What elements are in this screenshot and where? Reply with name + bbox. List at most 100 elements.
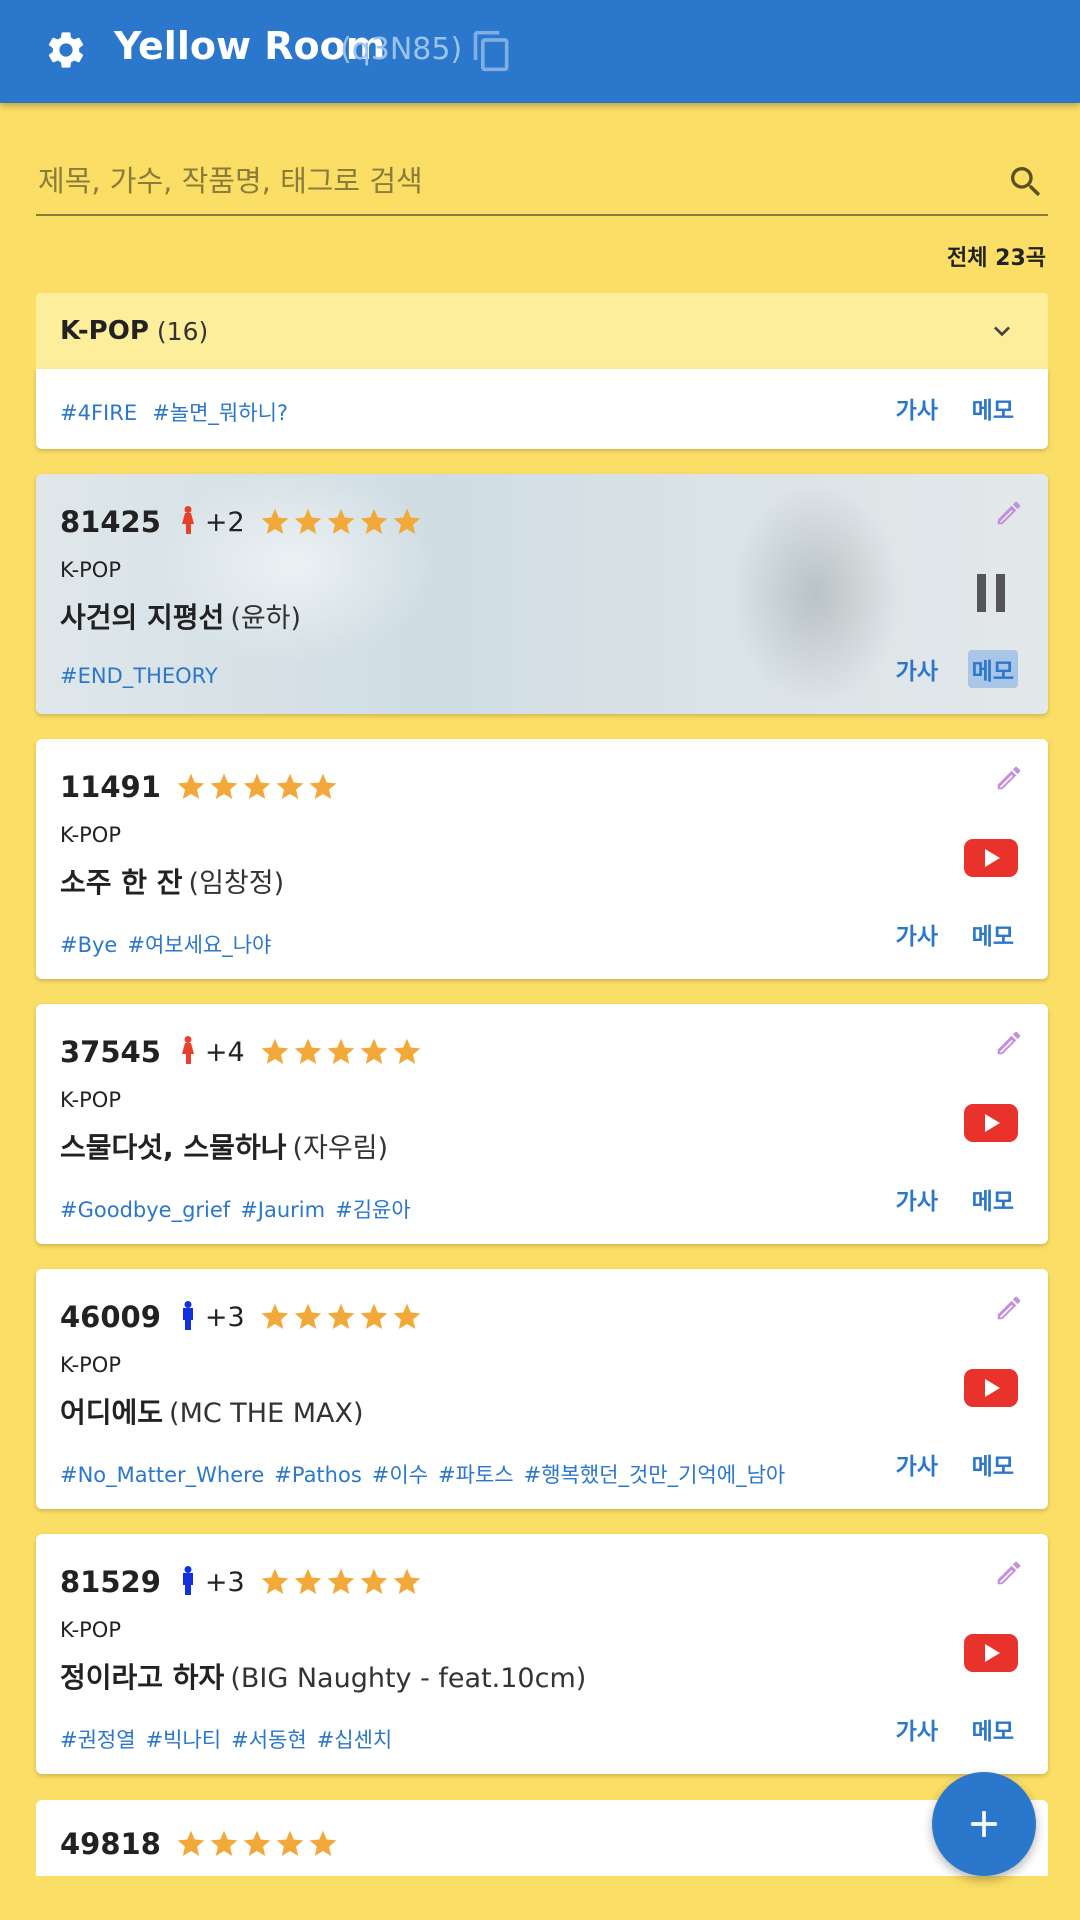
male-singer-icon xyxy=(182,1301,193,1330)
pencil-icon[interactable] xyxy=(994,763,1024,793)
star-icon xyxy=(327,508,355,534)
song-artist: (BIG Naughty - feat.10cm) xyxy=(230,1663,587,1694)
youtube-icon[interactable] xyxy=(964,1102,1018,1144)
tag[interactable]: #파토스 xyxy=(438,1463,514,1487)
star-icon xyxy=(243,1830,271,1856)
rating-stars xyxy=(259,1036,424,1068)
song-number: 37545 xyxy=(60,1035,161,1069)
tag[interactable]: #Bye xyxy=(60,933,117,957)
star-icon xyxy=(393,1303,421,1329)
pencil-icon[interactable] xyxy=(994,498,1024,528)
tag[interactable]: #권정열 xyxy=(60,1728,136,1752)
tag[interactable]: #No_Matter_Where xyxy=(60,1463,264,1487)
search-input[interactable] xyxy=(36,156,980,206)
song-card[interactable]: 11491 K-POP 소주 한 잔 (임창정) #Bye #여보세요_나야 가사 메모 xyxy=(36,739,1048,979)
key-offset: +2 xyxy=(204,506,245,538)
song-artist: (윤하) xyxy=(230,603,302,634)
lyrics-button[interactable]: 가사 xyxy=(896,391,938,425)
song-genre: K-POP xyxy=(60,1353,122,1377)
song-card[interactable]: 37545 +4 K-POP 스물다섯, 스물하나 (자우림) #Goodbye_grie… xyxy=(36,1004,1048,1244)
rating-stars xyxy=(259,1301,424,1333)
lyrics-button[interactable]: 가사 xyxy=(892,1710,942,1748)
tag[interactable]: #놀면_뭐하니? xyxy=(152,401,288,425)
song-artist: (자우림) xyxy=(292,1133,389,1164)
song-number: 49818 xyxy=(60,1827,161,1861)
plus-icon xyxy=(971,1811,997,1837)
tag[interactable]: #Goodbye_grief xyxy=(60,1198,230,1222)
app-bar: Yellow Room (q3N85) xyxy=(0,0,1080,103)
tag-list: #No_Matter_Where #Pathos #이수 #파토스 #행복했던_것만_기… xyxy=(60,1459,795,1489)
lyrics-button[interactable]: 가사 xyxy=(892,650,942,688)
star-icon xyxy=(243,773,271,799)
rating-stars xyxy=(259,506,424,538)
female-singer-icon xyxy=(181,1036,194,1064)
song-artist: (MC THE MAX) xyxy=(169,1398,364,1429)
rating-stars xyxy=(175,1828,340,1860)
star-icon xyxy=(360,508,388,534)
male-singer-icon xyxy=(182,1566,193,1595)
search-icon[interactable] xyxy=(1006,162,1046,202)
pencil-icon[interactable] xyxy=(994,1028,1024,1058)
star-icon xyxy=(276,1830,304,1856)
lyrics-button[interactable]: 가사 xyxy=(892,915,942,953)
star-icon xyxy=(309,773,337,799)
youtube-icon[interactable] xyxy=(964,1632,1018,1674)
song-title-line: 어디에도 (MC THE MAX) xyxy=(60,1391,364,1431)
category-header-kpop[interactable]: K-POP (16) xyxy=(36,293,1048,369)
tag-list: #Goodbye_grief #Jaurim #김윤아 xyxy=(60,1194,421,1224)
tag[interactable]: #4FIRE xyxy=(60,401,137,425)
pencil-icon[interactable] xyxy=(994,1293,1024,1323)
memo-button[interactable]: 메모 xyxy=(967,650,1018,688)
rating-stars xyxy=(259,1566,424,1598)
star-icon xyxy=(294,1568,322,1594)
total-count: 전체 23곡 xyxy=(947,246,1046,271)
category-name: K-POP xyxy=(60,316,149,346)
star-icon xyxy=(309,1830,337,1856)
add-song-button[interactable] xyxy=(932,1772,1036,1876)
tag[interactable]: #김윤아 xyxy=(335,1198,411,1222)
star-icon xyxy=(261,1038,289,1064)
youtube-icon[interactable] xyxy=(964,837,1018,879)
tag[interactable]: #십센치 xyxy=(317,1728,393,1752)
lyrics-button[interactable]: 가사 xyxy=(892,1445,942,1483)
tag[interactable]: #서동현 xyxy=(231,1728,307,1752)
tag[interactable]: #END_THEORY xyxy=(60,664,218,688)
tag[interactable]: #Pathos xyxy=(274,1463,362,1487)
search-bar xyxy=(36,150,1048,216)
song-card[interactable]: 46009 +3 K-POP 어디에도 (MC THE MAX) #No_Matter_W… xyxy=(36,1269,1048,1509)
pause-icon[interactable] xyxy=(964,572,1018,614)
memo-button[interactable]: 메모 xyxy=(968,1710,1018,1748)
tag-list: #END_THEORY xyxy=(60,664,228,688)
gear-icon[interactable] xyxy=(44,28,88,72)
memo-button[interactable]: 메모 xyxy=(968,1445,1018,1483)
song-card-partial[interactable]: 49818 xyxy=(36,1800,1048,1876)
pencil-icon[interactable] xyxy=(994,1558,1024,1588)
tag[interactable]: #빅나티 xyxy=(146,1728,222,1752)
star-icon xyxy=(327,1568,355,1594)
chevron-down-icon[interactable] xyxy=(986,315,1018,347)
star-icon xyxy=(276,773,304,799)
song-card[interactable]: 81529 +3 K-POP 정이라고 하자 (BIG Naughty - feat.1… xyxy=(36,1534,1048,1774)
key-offset: +3 xyxy=(204,1301,245,1333)
star-icon xyxy=(360,1568,388,1594)
star-icon xyxy=(360,1038,388,1064)
song-title: 사건의 지평선 xyxy=(60,601,225,634)
copy-icon[interactable] xyxy=(470,28,514,74)
tag[interactable]: #이수 xyxy=(372,1463,428,1487)
song-genre: K-POP xyxy=(60,558,122,582)
memo-button[interactable]: 메모 xyxy=(968,1180,1018,1218)
memo-button[interactable]: 메모 xyxy=(968,915,1018,953)
song-title-line: 스물다섯, 스물하나 (자우림) xyxy=(60,1126,388,1166)
lyrics-button[interactable]: 가사 xyxy=(892,1180,942,1218)
star-icon xyxy=(393,1568,421,1594)
youtube-icon[interactable] xyxy=(964,1367,1018,1409)
category-count: (16) xyxy=(156,316,209,346)
star-icon xyxy=(261,1303,289,1329)
star-icon xyxy=(177,773,205,799)
tag[interactable]: #행복했던_것만_기억에_남아 xyxy=(524,1463,786,1487)
tag[interactable]: #Jaurim xyxy=(240,1198,325,1222)
song-card[interactable]: 81425 +2 K-POP 사건의 지평선 (윤하) #END_THEORY 가사 메모 xyxy=(36,474,1048,714)
tag[interactable]: #여보세요_나야 xyxy=(127,933,271,957)
memo-button[interactable]: 메모 xyxy=(972,391,1014,425)
song-card-partial[interactable]: #4FIRE #놀면_뭐하니? 가사 메모 xyxy=(36,369,1048,449)
